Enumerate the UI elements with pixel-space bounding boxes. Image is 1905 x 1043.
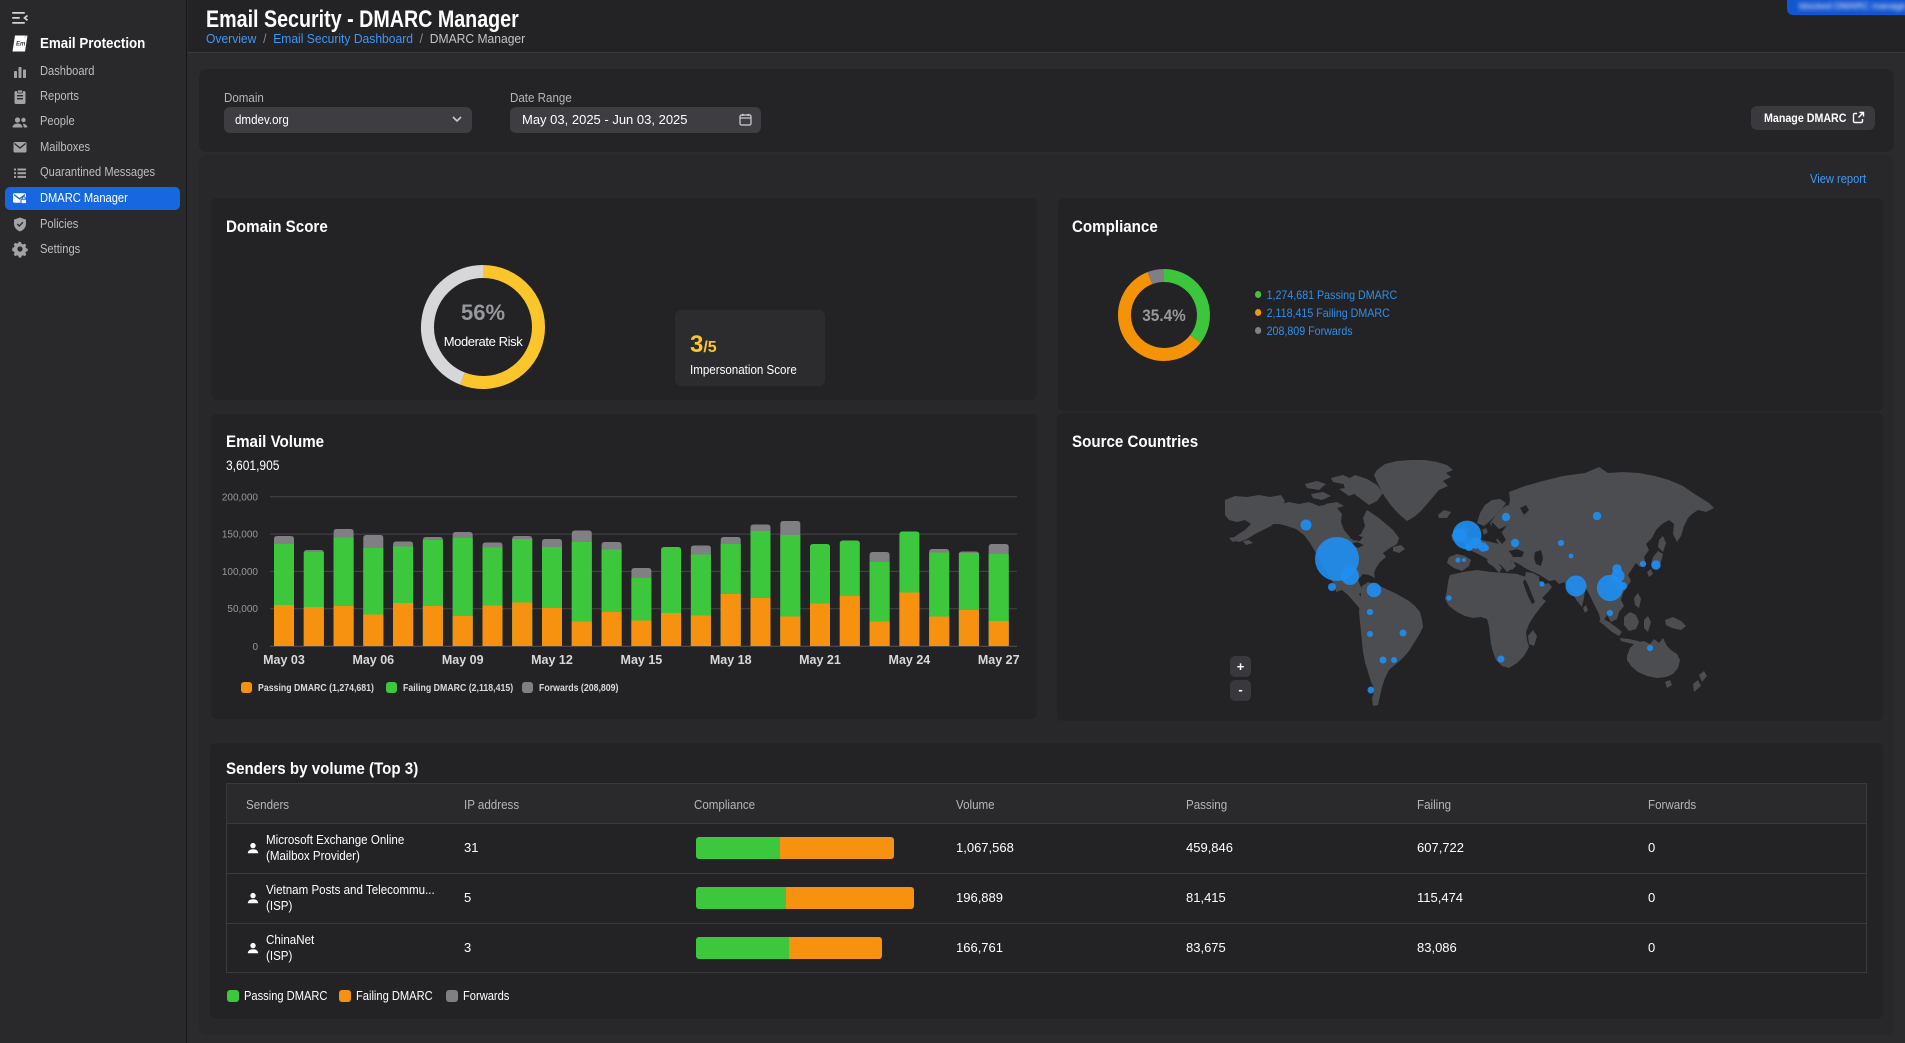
svg-text:May 18: May 18 bbox=[710, 653, 752, 667]
svg-text:150,000: 150,000 bbox=[222, 530, 259, 541]
svg-text:200,000: 200,000 bbox=[222, 492, 259, 503]
svg-text:May 12: May 12 bbox=[531, 653, 573, 667]
svg-text:May 06: May 06 bbox=[352, 653, 394, 667]
svg-text:May 03: May 03 bbox=[263, 653, 305, 667]
svg-text:May 09: May 09 bbox=[442, 653, 484, 667]
svg-text:100,000: 100,000 bbox=[222, 567, 259, 578]
svg-text:0: 0 bbox=[252, 642, 258, 653]
svg-text:May 21: May 21 bbox=[799, 653, 841, 667]
svg-text:May 24: May 24 bbox=[889, 653, 931, 667]
svg-text:May 27: May 27 bbox=[978, 653, 1020, 667]
svg-text:50,000: 50,000 bbox=[227, 604, 258, 615]
svg-text:Em: Em bbox=[16, 42, 26, 48]
svg-text:May 15: May 15 bbox=[621, 653, 663, 667]
